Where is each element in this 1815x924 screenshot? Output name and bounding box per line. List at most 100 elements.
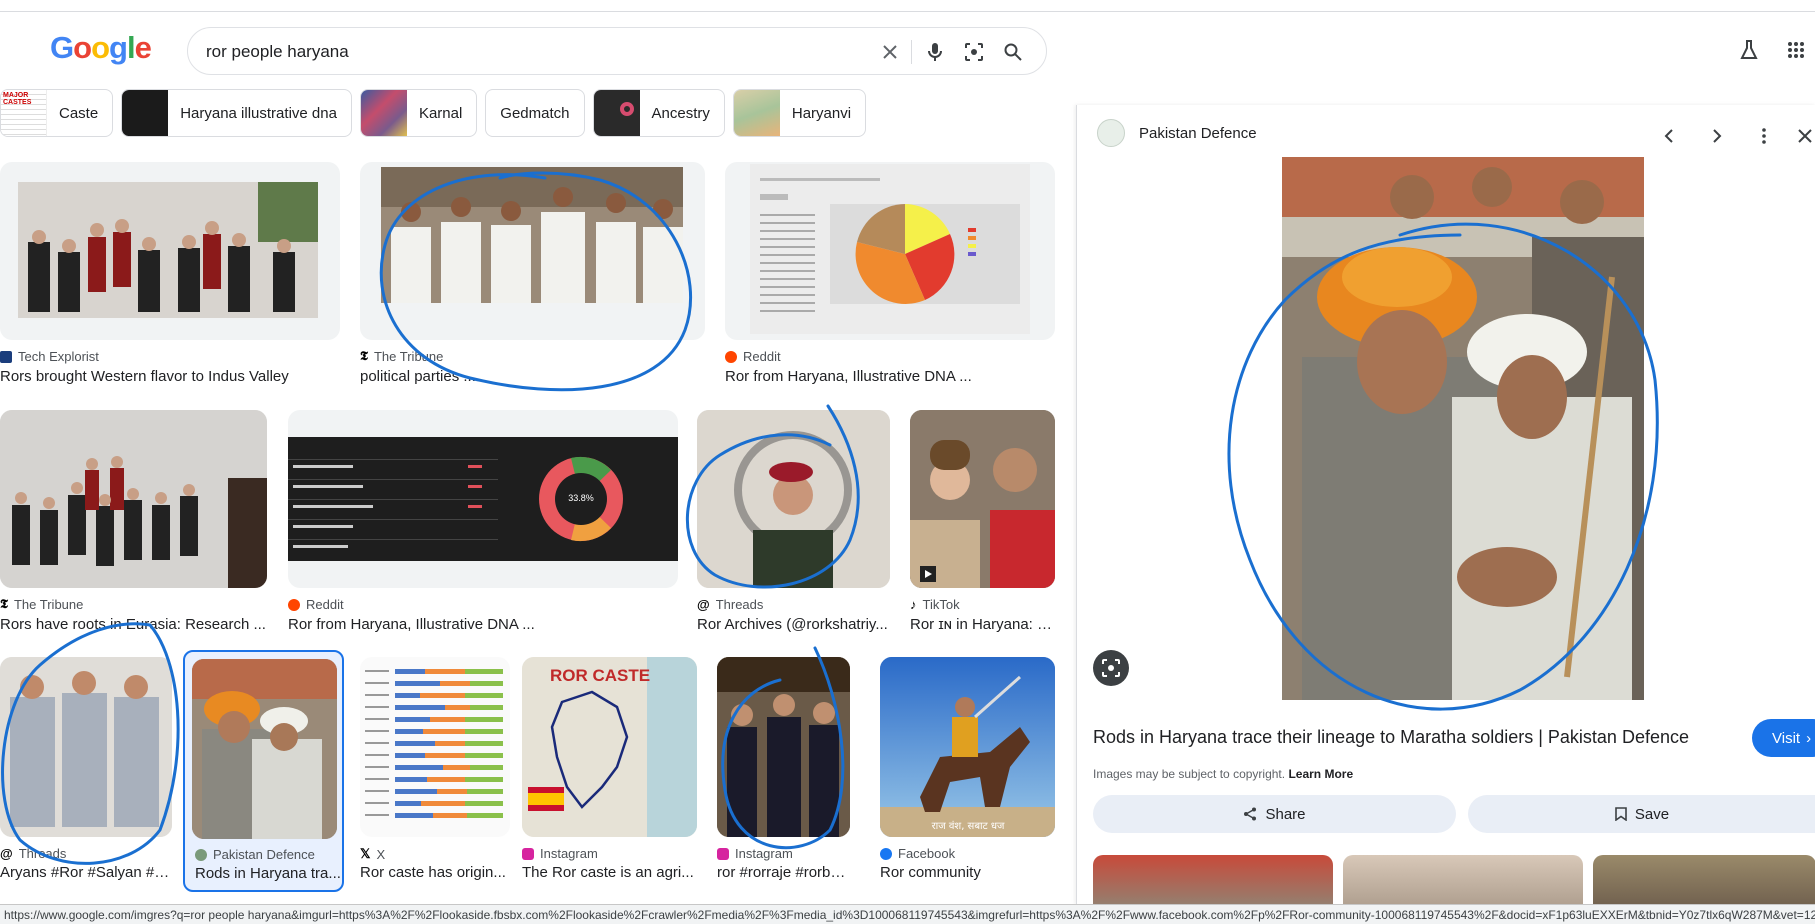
result-title[interactable]: Ror ɪɴ in Haryana: S... — [910, 616, 1055, 633]
threads-icon: @ — [0, 846, 13, 861]
visual-search-button[interactable] — [1093, 650, 1129, 686]
image-result[interactable]: @ Threads Aryans #Ror #Salyan #S... — [0, 657, 172, 887]
google-logo[interactable]: Google — [50, 30, 152, 66]
chip-thumbnail — [122, 90, 169, 136]
result-image[interactable] — [717, 657, 850, 837]
result-image[interactable] — [192, 659, 337, 839]
result-title[interactable]: Aryans #Ror #Salyan #S... — [0, 864, 172, 881]
labs-flask-icon[interactable] — [1737, 38, 1761, 62]
image-result[interactable]: 𝕿 The Tribune political parties ... — [360, 162, 705, 392]
chip-label: Caste — [59, 104, 99, 122]
warrior-painting-image: राज वंश, सबाट धज — [880, 657, 1055, 837]
image-result[interactable]: @ Threads Ror Archives (@rorkshatriy... — [697, 410, 890, 640]
result-title[interactable]: Rors brought Western flavor to Indus Val… — [0, 368, 340, 385]
result-source: ♪ TikTok — [910, 597, 960, 612]
previous-image-icon[interactable] — [1658, 125, 1680, 147]
search-input[interactable] — [206, 40, 846, 64]
result-image[interactable] — [697, 410, 890, 588]
search-box[interactable] — [187, 27, 1047, 75]
result-title[interactable]: Rods in Haryana tra... — [195, 865, 343, 882]
instagram-icon — [717, 847, 729, 860]
voice-search-icon[interactable] — [923, 40, 947, 64]
more-options-icon[interactable] — [1753, 125, 1775, 147]
result-source: 𝕿 The Tribune — [0, 597, 84, 612]
chip-gedmatch[interactable]: Gedmatch — [485, 89, 585, 137]
image-result[interactable]: ROR CASTE Instagram The Ror caste is an … — [522, 657, 697, 887]
chip-haryana-illustrative-dna[interactable]: Haryana illustrative dna — [121, 89, 352, 137]
image-result-selected[interactable]: Pakistan Defence Rods in Haryana tra... — [183, 650, 344, 892]
result-title[interactable]: Ror caste has origin... — [360, 864, 510, 881]
image-result[interactable]: Instagram ror #rorraje #rorboy... — [717, 657, 850, 887]
result-title[interactable]: Ror community — [880, 864, 1055, 881]
result-title[interactable]: Ror from Haryana, Illustrative DNA ... — [288, 616, 678, 633]
share-label: Share — [1265, 805, 1306, 823]
result-image[interactable] — [0, 657, 172, 837]
visit-label: Visit — [1772, 729, 1801, 747]
site-favicon — [0, 350, 12, 363]
related-search-chips: MAJOR CASTES Caste Haryana illustrative … — [0, 89, 867, 137]
result-title[interactable]: ror #rorraje #rorboy... — [717, 864, 850, 881]
save-button[interactable]: Save — [1468, 795, 1815, 833]
result-source: Pakistan Defence — [195, 847, 315, 862]
search-icon[interactable] — [1001, 40, 1025, 64]
next-image-icon[interactable] — [1706, 125, 1728, 147]
chip-thumbnail — [360, 90, 407, 136]
clear-search-icon[interactable] — [878, 40, 902, 64]
panel-image-title[interactable]: Rods in Haryana trace their lineage to M… — [1093, 727, 1689, 748]
result-source: Facebook — [880, 846, 955, 861]
result-image[interactable] — [360, 657, 510, 837]
panel-header: Pakistan Defence — [1097, 119, 1257, 147]
result-title[interactable]: Ror Archives (@rorkshatriy... — [697, 616, 890, 633]
lens-search-icon[interactable] — [962, 40, 986, 64]
chip-haryanvi[interactable]: Haryanvi — [732, 89, 867, 137]
close-panel-icon[interactable] — [1794, 125, 1815, 147]
bookmarks-bar — [0, 0, 1815, 12]
tiktok-icon: ♪ — [910, 597, 917, 612]
result-image[interactable] — [0, 162, 340, 340]
chip-label: Ancestry — [651, 104, 710, 122]
group-photo — [0, 410, 267, 588]
image-result[interactable]: राज वंश, सबाट धज Facebook Ror community — [880, 657, 1055, 887]
chip-caste[interactable]: MAJOR CASTES Caste — [0, 89, 114, 137]
chevron-right-icon: › — [1806, 729, 1812, 747]
result-image[interactable]: ROR CASTE — [522, 657, 697, 837]
status-bar-url: https://www.google.com/imgres?q=ror peop… — [0, 904, 1815, 924]
result-image[interactable] — [0, 410, 267, 588]
result-source: Instagram — [717, 846, 793, 861]
result-image[interactable]: 33.8% — [288, 410, 678, 588]
apps-grid-icon[interactable] — [1784, 38, 1808, 62]
tribune-t-icon: 𝕿 — [360, 349, 368, 364]
panel-source-name[interactable]: Pakistan Defence — [1139, 125, 1257, 142]
chip-ancestry[interactable]: Ancestry — [592, 89, 725, 137]
result-title[interactable]: The Ror caste is an agri... — [522, 864, 697, 881]
image-result[interactable]: Reddit Ror from Haryana, Illustrative DN… — [725, 162, 1055, 392]
pakistan-defence-logo-icon[interactable] — [1097, 119, 1125, 147]
share-icon — [1244, 807, 1257, 821]
image-result[interactable]: Tech Explorist Rors brought Western flav… — [0, 162, 340, 392]
soldier-photo — [697, 410, 890, 588]
threads-icon: @ — [697, 597, 710, 612]
result-title[interactable]: Rors have roots in Eurasia: Research ... — [0, 616, 267, 633]
image-result[interactable]: 𝕿 The Tribune Rors have roots in Eurasia:… — [0, 410, 267, 640]
image-preview-panel: Pakistan Defence Rods in Haryana trace t… — [1076, 105, 1815, 915]
result-source: Reddit — [725, 349, 781, 364]
result-image[interactable] — [910, 410, 1055, 588]
result-image[interactable]: राज वंश, सबाट धज — [880, 657, 1055, 837]
image-result[interactable]: 𝕏X Ror caste has origin... — [360, 657, 510, 887]
result-source: Tech Explorist — [0, 349, 99, 364]
result-image[interactable] — [725, 162, 1055, 340]
chip-thumbnail: MAJOR CASTES — [1, 90, 47, 136]
image-result[interactable]: ♪ TikTok Ror ɪɴ in Haryana: S... — [910, 410, 1055, 640]
chip-label: Haryanvi — [791, 104, 852, 122]
share-button[interactable]: Share — [1093, 795, 1456, 833]
bar-chart-image — [360, 657, 510, 837]
learn-more-link[interactable]: Learn More — [1288, 767, 1353, 781]
result-title[interactable]: political parties ... — [360, 368, 705, 385]
chip-karnal[interactable]: Karnal — [359, 89, 478, 137]
visit-button[interactable]: Visit › — [1752, 719, 1815, 757]
result-source: @ Threads — [697, 597, 764, 612]
image-result[interactable]: 33.8% Reddit Ror from Haryana, Illustrat… — [288, 410, 678, 640]
preview-image[interactable] — [1282, 157, 1644, 700]
result-image[interactable] — [360, 162, 705, 340]
result-title[interactable]: Ror from Haryana, Illustrative DNA ... — [725, 368, 1055, 385]
